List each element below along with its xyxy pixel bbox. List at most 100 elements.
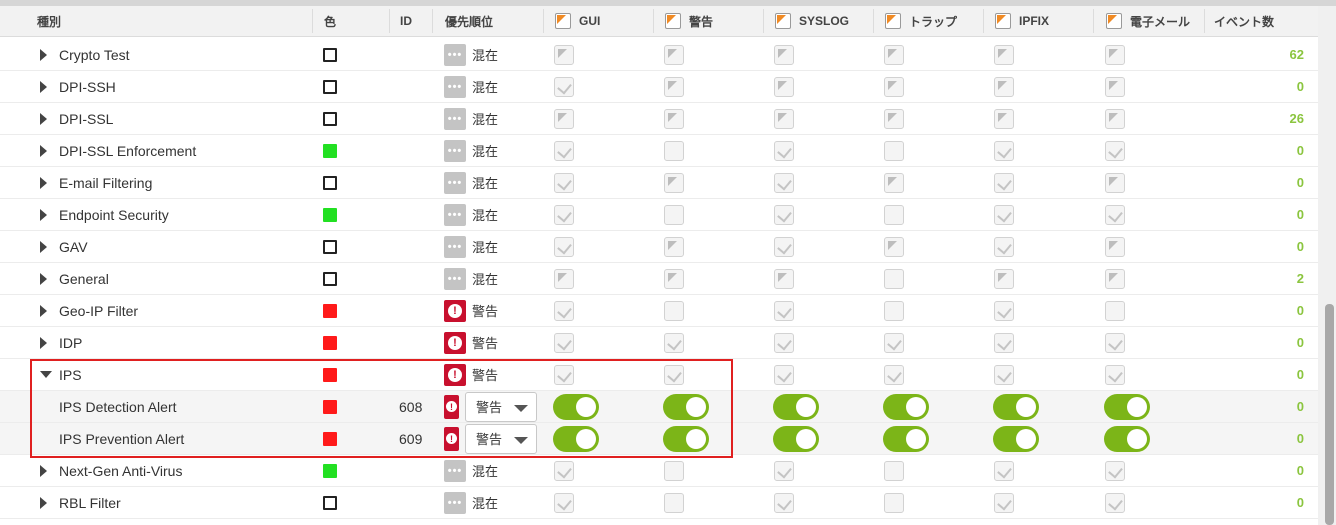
flag-icon[interactable] <box>775 13 791 29</box>
gui-checkbox[interactable] <box>554 364 574 385</box>
syslog-checkbox[interactable] <box>774 140 794 161</box>
gui-toggle[interactable] <box>553 425 599 452</box>
syslog-checkbox[interactable] <box>774 332 794 353</box>
color-swatch[interactable] <box>323 335 337 350</box>
alert-toggle[interactable] <box>663 425 709 452</box>
email-checkbox[interactable] <box>1105 300 1125 321</box>
syslog-toggle[interactable] <box>773 425 819 452</box>
color-cell[interactable] <box>323 423 337 454</box>
color-swatch[interactable] <box>323 207 337 222</box>
trap-checkbox[interactable] <box>884 108 904 129</box>
alert-checkbox[interactable] <box>664 204 684 225</box>
trap-checkbox[interactable] <box>884 300 904 321</box>
header-priority[interactable]: 優先順位 <box>445 6 493 36</box>
gui-checkbox[interactable] <box>554 268 574 289</box>
alert-checkbox[interactable] <box>664 492 684 513</box>
trap-toggle[interactable] <box>883 393 929 420</box>
color-cell[interactable] <box>323 263 337 294</box>
email-checkbox[interactable] <box>1105 268 1125 289</box>
trap-checkbox[interactable] <box>884 140 904 161</box>
color-cell[interactable] <box>323 135 337 166</box>
ipfix-checkbox[interactable] <box>994 172 1014 193</box>
trap-checkbox[interactable] <box>884 76 904 97</box>
expand-triangle-icon[interactable] <box>40 231 47 262</box>
syslog-checkbox[interactable] <box>774 204 794 225</box>
header-ipfix[interactable]: IPFIX <box>995 6 1049 36</box>
alert-checkbox[interactable] <box>664 332 684 353</box>
expand-triangle-icon[interactable] <box>40 167 47 198</box>
color-cell[interactable] <box>323 167 337 198</box>
header-gui[interactable]: GUI <box>555 6 600 36</box>
alert-checkbox[interactable] <box>664 108 684 129</box>
expand-triangle-icon[interactable] <box>40 455 47 486</box>
email-checkbox[interactable] <box>1105 492 1125 513</box>
table-row[interactable]: IPS! 警告 0 <box>0 359 1318 391</box>
alert-checkbox[interactable] <box>664 236 684 257</box>
email-checkbox[interactable] <box>1105 140 1125 161</box>
priority-select[interactable]: 警告 <box>465 423 537 454</box>
email-checkbox[interactable] <box>1105 236 1125 257</box>
flag-icon[interactable] <box>555 13 571 29</box>
header-color[interactable]: 色 <box>324 6 336 36</box>
gui-checkbox[interactable] <box>554 460 574 481</box>
email-checkbox[interactable] <box>1105 76 1125 97</box>
gui-checkbox[interactable] <box>554 76 574 97</box>
chevron-down-icon[interactable] <box>514 436 528 444</box>
gui-checkbox[interactable] <box>554 300 574 321</box>
alert-checkbox[interactable] <box>664 44 684 65</box>
ipfix-checkbox[interactable] <box>994 204 1014 225</box>
ipfix-checkbox[interactable] <box>994 300 1014 321</box>
trap-checkbox[interactable] <box>884 364 904 385</box>
syslog-checkbox[interactable] <box>774 364 794 385</box>
color-swatch[interactable] <box>323 175 337 190</box>
gui-checkbox[interactable] <box>554 332 574 353</box>
scrollbar-thumb[interactable] <box>1325 304 1334 525</box>
expand-triangle-icon[interactable] <box>40 135 47 166</box>
ipfix-checkbox[interactable] <box>994 364 1014 385</box>
alert-toggle[interactable] <box>663 393 709 420</box>
gui-checkbox[interactable] <box>554 204 574 225</box>
gui-checkbox[interactable] <box>554 108 574 129</box>
trap-checkbox[interactable] <box>884 44 904 65</box>
color-cell[interactable] <box>323 359 337 390</box>
gui-toggle[interactable] <box>553 393 599 420</box>
syslog-checkbox[interactable] <box>774 172 794 193</box>
syslog-checkbox[interactable] <box>774 300 794 321</box>
color-swatch[interactable] <box>323 463 337 478</box>
table-row[interactable]: Crypto Test ••• 混在 62 <box>0 39 1318 71</box>
header-id[interactable]: ID <box>400 6 412 36</box>
trap-checkbox[interactable] <box>884 268 904 289</box>
email-toggle[interactable] <box>1104 393 1150 420</box>
gui-checkbox[interactable] <box>554 44 574 65</box>
trap-checkbox[interactable] <box>884 236 904 257</box>
header-trap[interactable]: トラップ <box>885 6 957 36</box>
ipfix-toggle[interactable] <box>993 425 1039 452</box>
color-swatch[interactable] <box>323 47 337 62</box>
color-swatch[interactable] <box>323 79 337 94</box>
header-alert[interactable]: 警告 <box>665 6 713 36</box>
expand-triangle-icon[interactable] <box>40 263 47 294</box>
expand-triangle-icon[interactable] <box>40 39 47 70</box>
alert-checkbox[interactable] <box>664 268 684 289</box>
email-toggle[interactable] <box>1104 425 1150 452</box>
color-swatch[interactable] <box>323 495 337 510</box>
ipfix-checkbox[interactable] <box>994 76 1014 97</box>
alert-checkbox[interactable] <box>664 300 684 321</box>
color-swatch[interactable] <box>323 111 337 126</box>
expand-triangle-icon[interactable] <box>40 103 47 134</box>
header-syslog[interactable]: SYSLOG <box>775 6 849 36</box>
gui-checkbox[interactable] <box>554 492 574 513</box>
priority-select[interactable]: 警告 <box>465 391 537 422</box>
expand-triangle-icon[interactable] <box>40 199 47 230</box>
color-swatch[interactable] <box>323 143 337 158</box>
flag-icon[interactable] <box>1106 13 1122 29</box>
email-checkbox[interactable] <box>1105 364 1125 385</box>
gui-checkbox[interactable] <box>554 236 574 257</box>
trap-checkbox[interactable] <box>884 332 904 353</box>
table-row[interactable]: Next-Gen Anti-Virus ••• 混在 0 <box>0 455 1318 487</box>
table-row[interactable]: GAV ••• 混在 0 <box>0 231 1318 263</box>
email-checkbox[interactable] <box>1105 460 1125 481</box>
collapse-triangle-icon[interactable] <box>40 359 52 390</box>
table-row[interactable]: Geo-IP Filter! 警告 0 <box>0 295 1318 327</box>
email-checkbox[interactable] <box>1105 108 1125 129</box>
